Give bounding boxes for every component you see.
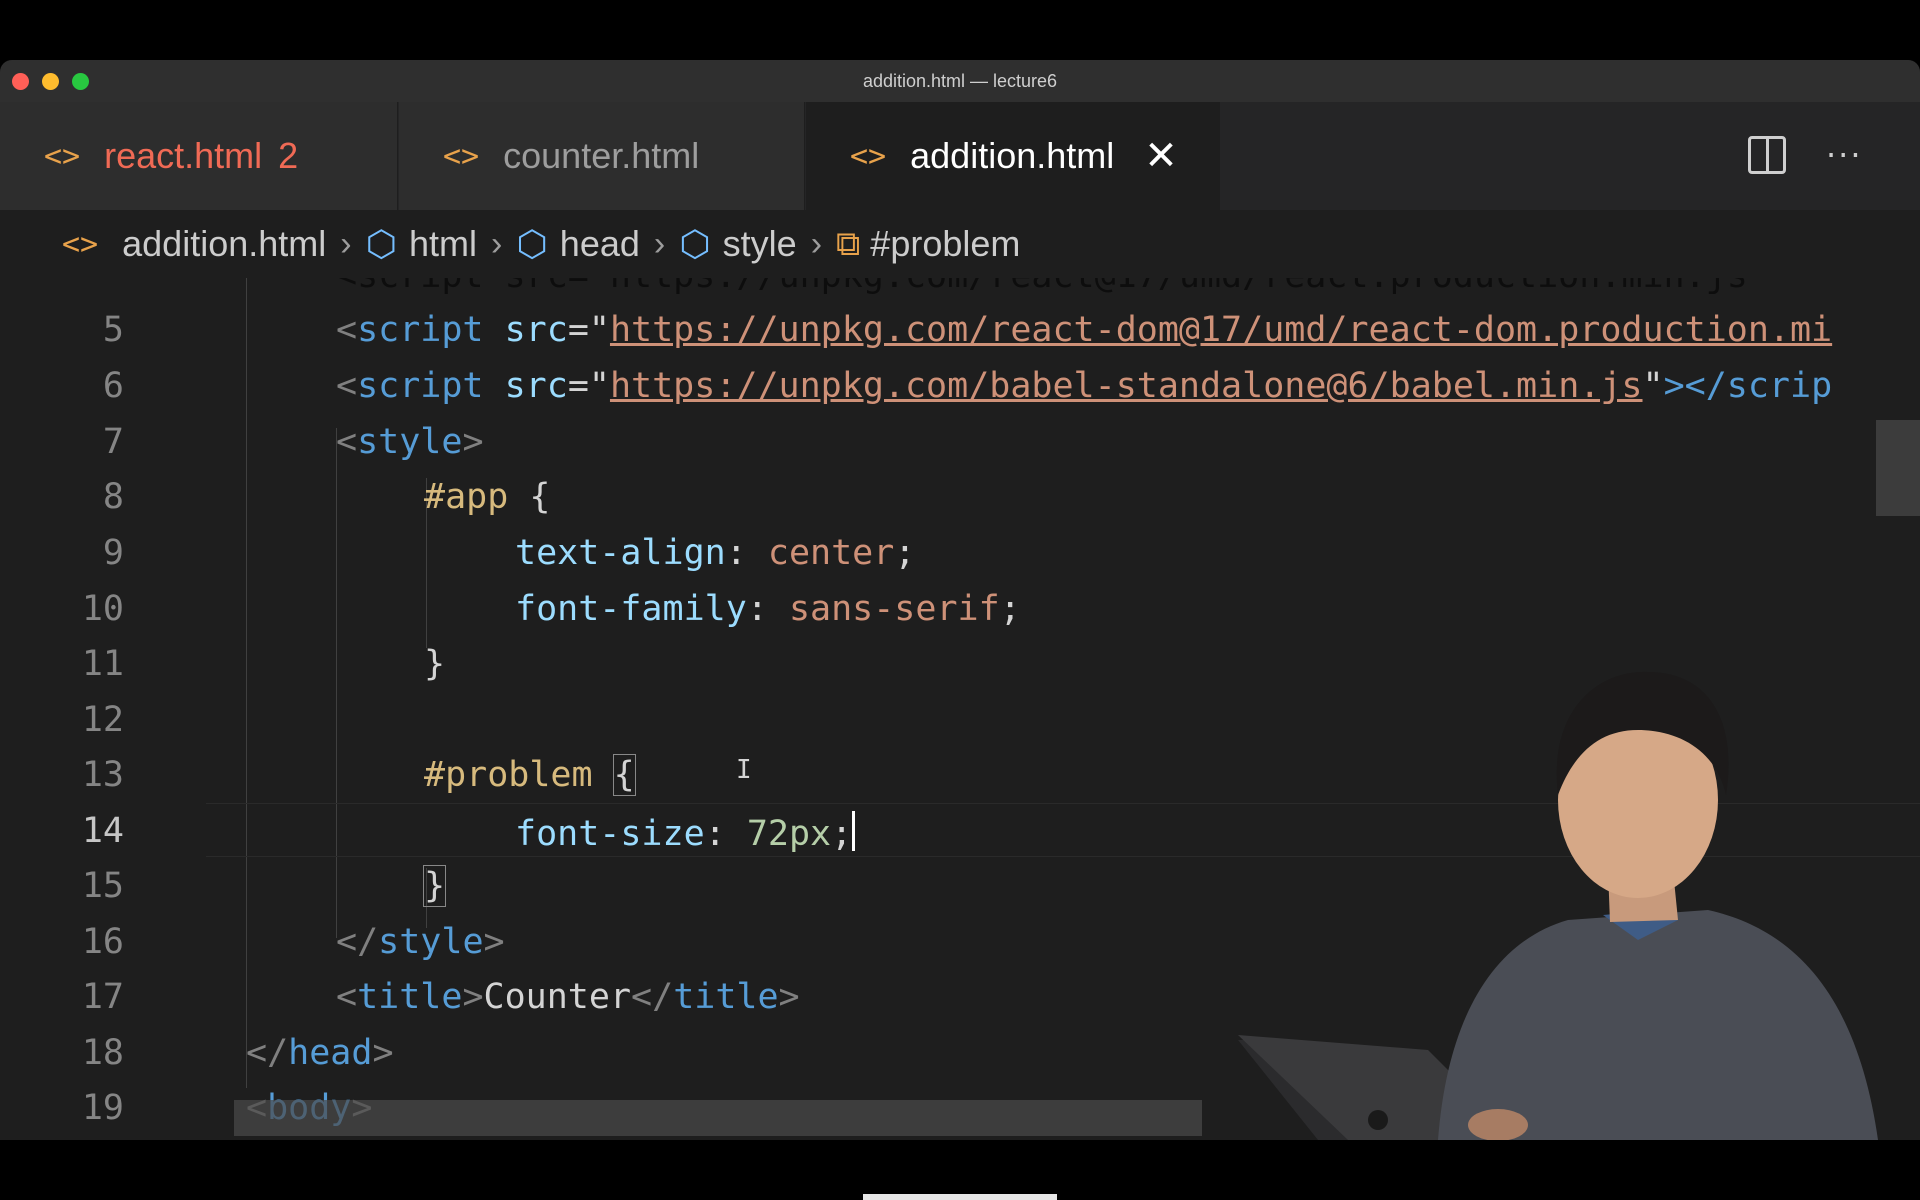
url-string[interactable]: https://unpkg.com/react-dom@17/umd/react… [610,310,1832,350]
tag-name: style [378,922,484,962]
attr-name: src [504,366,568,406]
line-number: 16 [81,922,124,962]
text-caret [852,811,856,851]
code-line: 9 text-align: center; [0,525,1920,581]
window-title: addition.html — lecture6 [862,71,1058,91]
code-icon: <> [44,138,81,174]
code-icon: <> [62,226,99,262]
code-line: 5 <script src="https://unpkg.com/react-d… [0,302,1920,358]
breadcrumb-head[interactable]: head [560,223,640,265]
tab-label: addition.html [910,135,1115,176]
video-progress-indicator [863,1194,1057,1200]
cube-icon: ⬡ [516,223,548,264]
tab-label: counter.html [503,135,700,176]
breadcrumb-symbol[interactable]: #problem [870,223,1020,265]
line-number: 17 [81,977,124,1017]
tab-label: react.html [104,135,263,176]
line-number: 11 [81,644,124,684]
chevron-right-icon: › [810,224,823,263]
tag-name: title [673,977,779,1017]
css-value: sans-serif [788,589,1000,629]
tag-name: title [357,977,463,1017]
chevron-right-icon: › [653,224,666,263]
tag-name: head [288,1033,373,1073]
line-text: <script src="https://unpkg.com/react@17/… [336,278,1769,296]
code-icon: <> [850,138,887,174]
line-number: 8 [102,477,124,517]
hand [1468,1109,1528,1140]
line-number: 12 [81,700,124,740]
title-text: Counter [483,977,632,1017]
line-number: 18 [81,1033,124,1073]
line-number: 7 [102,422,124,462]
tab-bar: <> react.html 2 <> counter.html <> addit… [0,102,1920,210]
brace: { [529,477,551,517]
css-value: 72px [746,814,832,854]
css-value: center [767,533,895,573]
line-number: 14 [81,811,124,851]
close-tab-icon[interactable]: ✕ [1144,133,1178,179]
tab-react-html[interactable]: <> react.html 2 [0,102,398,210]
css-property: text-align [515,533,726,573]
text-cursor-icon: I [736,755,752,785]
cube-icon: ⬡ [365,223,398,264]
brace: { [612,754,636,796]
tab-addition-html[interactable]: <> addition.html ✕ [806,102,1220,210]
url-string[interactable]: https://unpkg.com/babel-standalone@6/bab… [610,366,1643,406]
line-number: 10 [81,589,124,629]
code-line: 8 #app { [0,469,1920,525]
line-number: 5 [102,310,124,350]
line-number: 9 [102,533,124,573]
code-icon: <> [443,138,480,174]
more-actions-icon[interactable]: ··· [1826,136,1863,174]
line-tail: ></scrip [1663,366,1833,406]
attr-name: src [504,310,568,350]
breadcrumb-file[interactable]: addition.html [122,223,326,265]
chevron-right-icon: › [491,224,503,263]
brace: } [424,644,446,684]
line-number: 6 [102,366,124,406]
cube-icon: ⬡ [679,223,711,264]
css-property: font-family [515,589,747,629]
tag-name: script [357,366,484,406]
symbol-class-icon: ⧉ [836,224,861,263]
code-line: 6 <script src="https://unpkg.com/babel-s… [0,358,1920,414]
vertical-scrollbar[interactable] [1876,420,1920,516]
tag-name: script [357,310,484,350]
css-selector: #problem [424,755,593,795]
code-line: <script src="https://unpkg.com/react@17/… [0,278,1920,304]
title-bar: addition.html — lecture6 [0,60,1920,103]
horizontal-scrollbar[interactable] [234,1100,1202,1136]
tab-counter-html[interactable]: <> counter.html [399,102,805,210]
line-number: 15 [81,866,124,906]
code-line: 7 <style> [0,414,1920,470]
chevron-right-icon: › [340,224,352,263]
brace: } [422,865,447,907]
line-number: 19 [81,1088,124,1128]
breadcrumb-style[interactable]: style [723,223,797,265]
line-number: 13 [81,755,124,795]
presenter-video-overlay [1238,671,1878,1140]
apple-logo-icon [1368,1110,1388,1130]
breadcrumb-html[interactable]: html [409,223,477,265]
css-property: font-size [515,814,705,854]
sweater [1438,910,1878,1140]
css-selector: #app [424,477,509,517]
problem-count-badge: 2 [278,135,299,176]
breadcrumb: <> addition.html › ⬡ html › ⬡ head › ⬡ s… [0,210,1920,278]
tag-name: style [357,422,463,462]
split-editor-icon[interactable] [1748,136,1786,174]
